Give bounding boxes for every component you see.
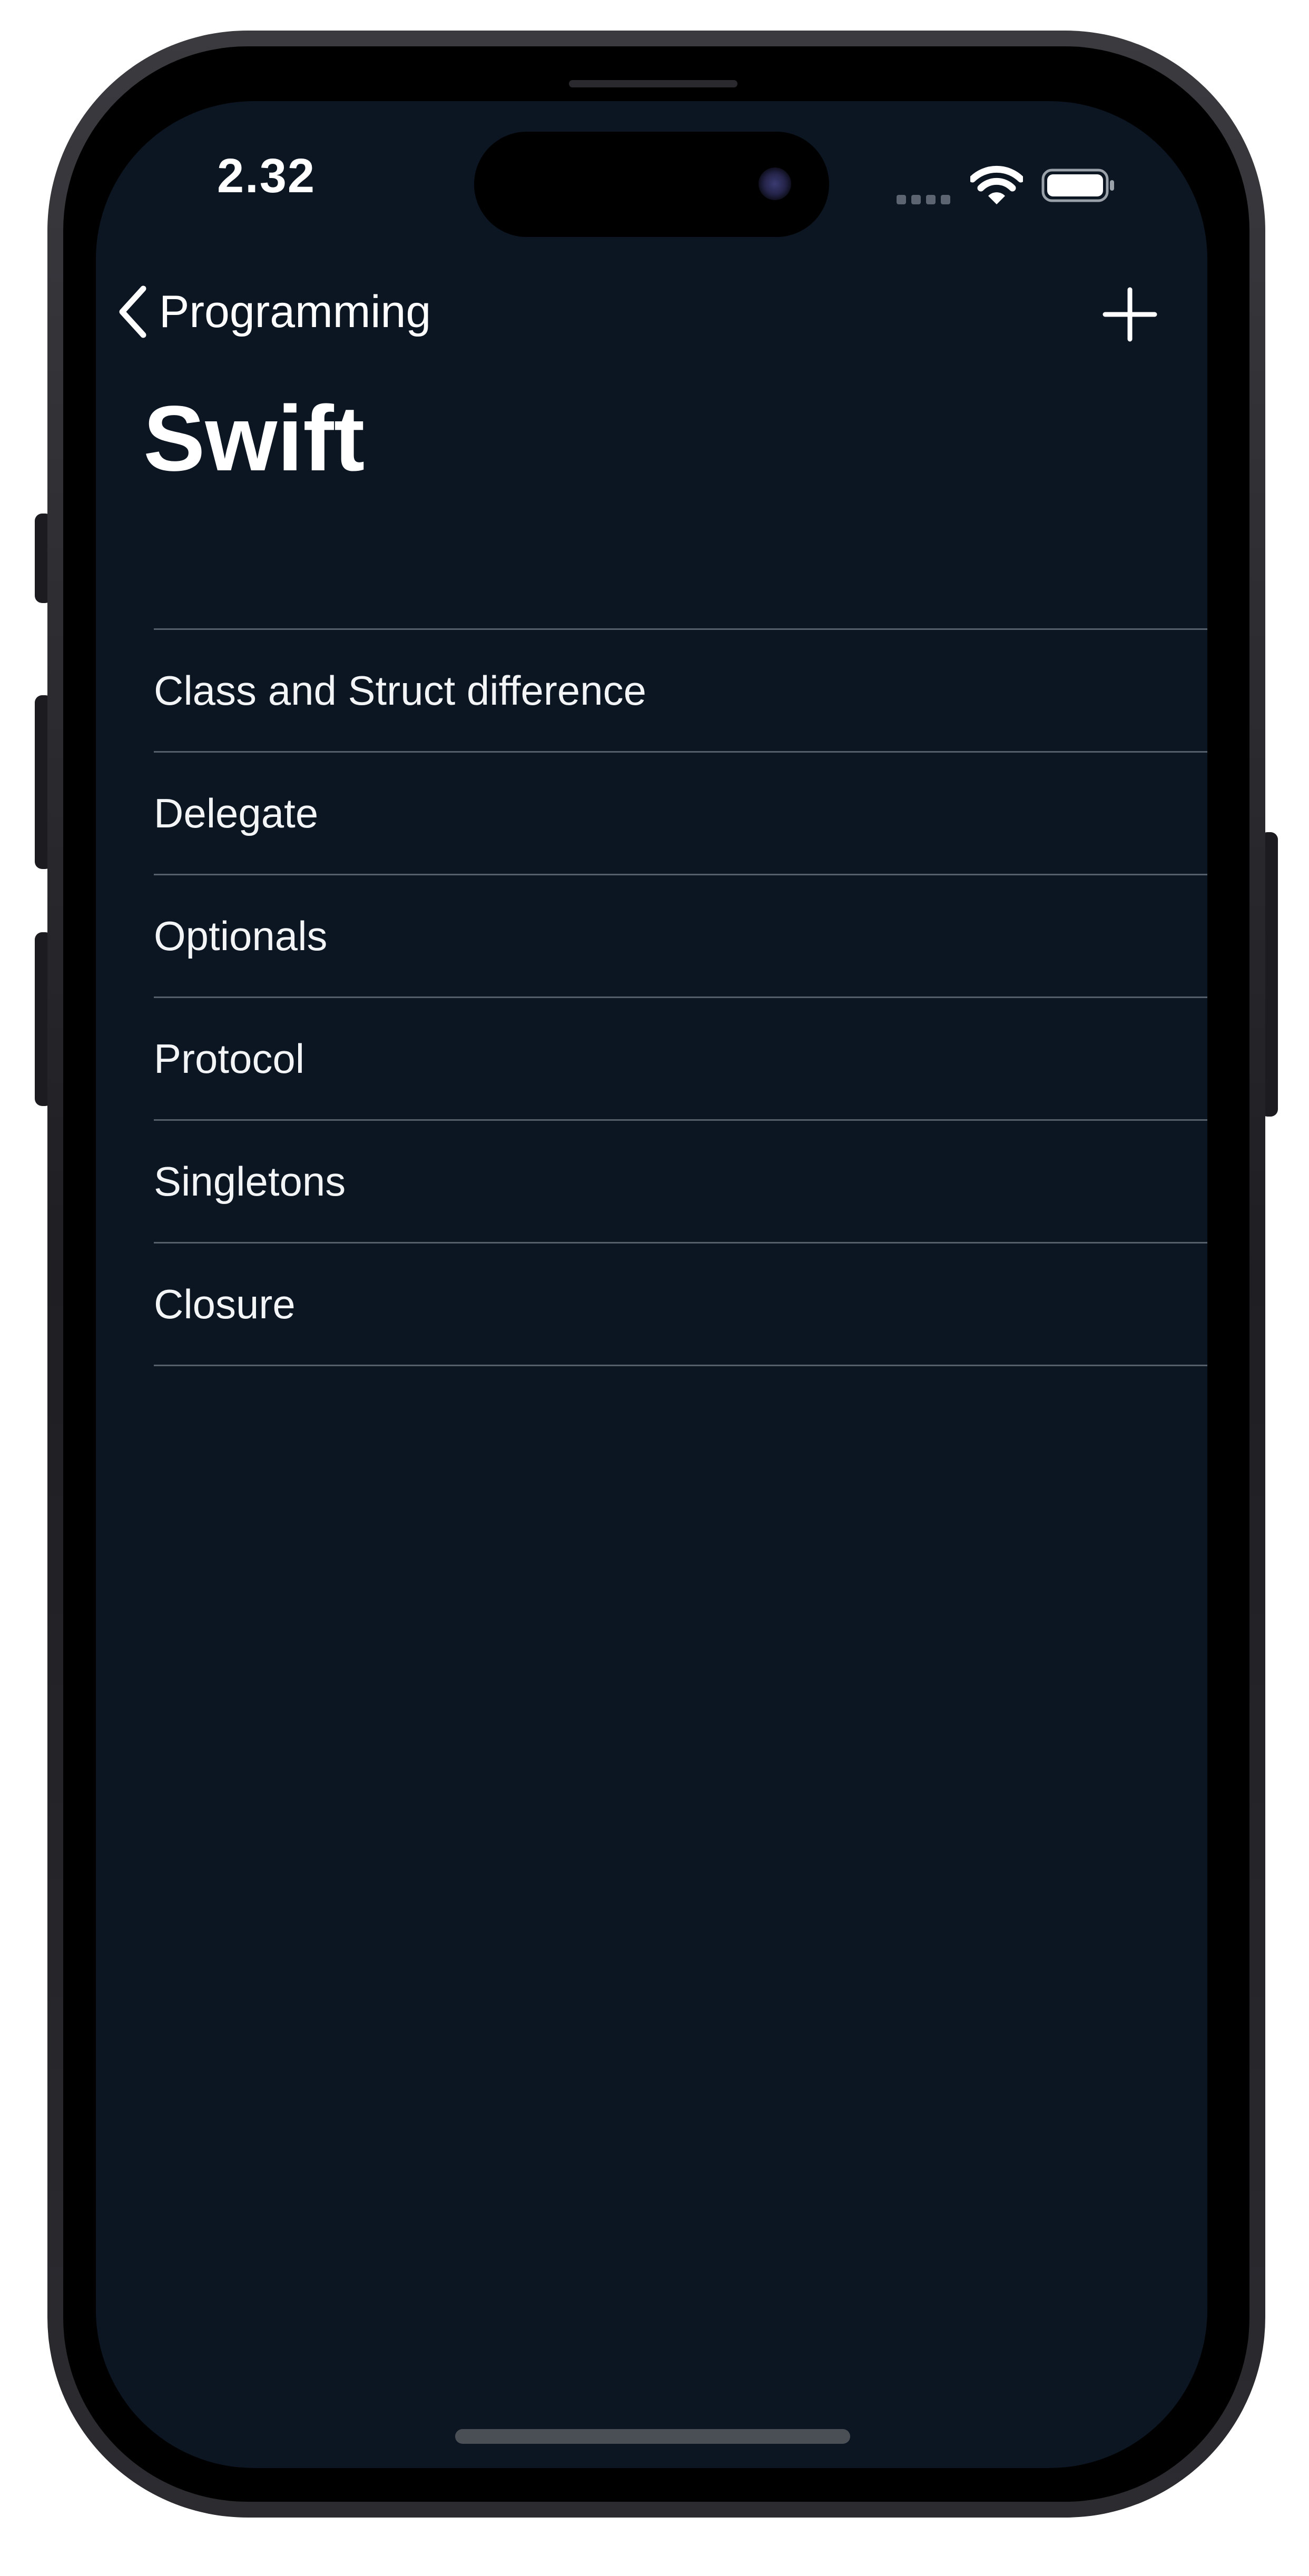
list-item-label: Singletons [154,1158,346,1205]
list-item[interactable]: Optionals [154,875,1207,998]
list-item[interactable]: Protocol [154,998,1207,1121]
chevron-left-icon [119,285,146,338]
list-item-label: Closure [154,1280,296,1327]
signal-dot [926,195,936,204]
signal-dot [911,195,921,204]
dynamic-island [474,132,829,237]
cellular-signal-icon [897,195,954,205]
list-item-label: Optionals [154,912,328,959]
wifi-icon [970,165,1023,204]
list-item-label: Protocol [154,1035,305,1082]
topic-list: Class and Struct difference Delegate Opt… [154,628,1207,1366]
back-button[interactable]: Programming [117,280,431,343]
front-camera [759,167,791,200]
list-item[interactable]: Delegate [154,753,1207,875]
signal-dot [941,195,950,204]
page-title: Swift [143,387,365,490]
status-time: 2.32 [217,149,316,203]
list-item[interactable]: Singletons [154,1121,1207,1243]
earpiece-speaker [569,80,737,87]
battery-icon [1041,169,1114,202]
list-item-label: Delegate [154,789,319,836]
list-item-label: Class and Struct difference [154,667,647,714]
home-indicator[interactable] [455,2429,850,2444]
list-item[interactable]: Closure [154,1243,1207,1366]
back-label: Programming [159,286,431,337]
list-item[interactable]: Class and Struct difference [154,630,1207,753]
app-screen: 2.32 Programming Swift Class and Struct … [96,101,1207,2468]
signal-dot [897,195,906,204]
plus-icon[interactable] [1101,285,1159,343]
